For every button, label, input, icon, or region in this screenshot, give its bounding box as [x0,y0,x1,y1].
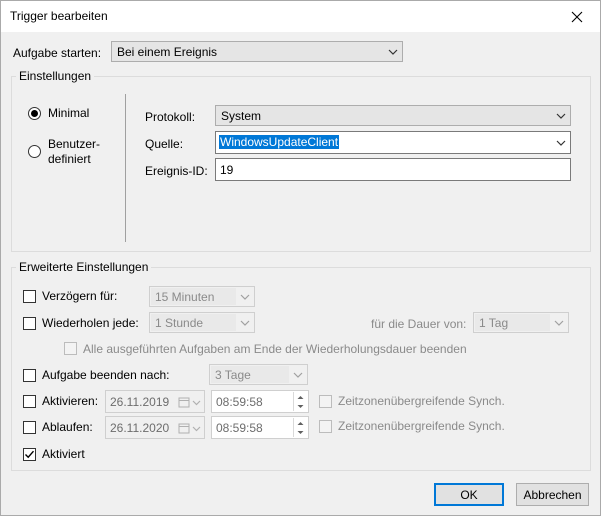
protocol-select[interactable]: System [215,105,571,126]
expire-date-value: 26.11.2020 [110,421,170,435]
spin-arrows-icon[interactable] [293,418,307,437]
source-label: Quelle: [145,137,184,151]
start-select-value: Bei einem Ereignis [117,45,218,59]
radio-custom[interactable] [28,145,41,158]
repeat-checkbox[interactable] [23,317,36,330]
chevron-down-icon [240,294,250,300]
expire-time-input[interactable]: 08:59:58 [211,416,309,439]
enabled-checkbox[interactable] [23,448,36,461]
radio-selected-dot [31,110,38,117]
calendar-icon[interactable] [178,423,202,434]
checkmark-icon [25,450,35,459]
delay-label: Verzögern für: [42,289,118,303]
chevron-down-icon [293,372,303,378]
duration-select-value: 1 Tag [479,316,509,330]
delay-select-value: 15 Minuten [155,290,215,304]
radio-custom-label-line2: definiert [48,152,91,166]
protocol-select-value: System [221,109,262,123]
radio-custom-label-line1: Benutzer- [48,137,101,151]
duration-select[interactable]: 1 Tag [473,312,569,333]
enabled-label: Aktiviert [42,447,85,461]
chevron-down-icon [388,49,398,55]
expire-checkbox[interactable] [23,421,36,434]
event-id-value: 19 [220,163,234,177]
trigger-dialog: Trigger bearbeiten Aufgabe starten: Bei … [0,0,601,516]
event-id-input[interactable]: 19 [215,158,571,181]
duration-label: für die Dauer von: [371,317,467,331]
activate-label: Aktivieren: [42,394,99,408]
stop-all-checkbox[interactable] [64,342,77,355]
start-label: Aufgabe starten: [13,46,102,60]
ok-button[interactable]: OK [434,483,504,506]
repeat-label: Wiederholen jede: [42,316,139,330]
close-button[interactable] [554,1,600,32]
spin-arrows-icon[interactable] [293,392,307,411]
chevron-down-icon [554,320,564,326]
radio-minimal-label: Minimal [48,106,90,120]
cancel-button[interactable]: Abbrechen [516,483,589,506]
chevron-down-icon [240,320,250,326]
activate-date-picker[interactable]: 26.11.2019 [105,390,205,413]
close-icon [571,11,583,22]
source-combo[interactable]: WindowsUpdateClient [215,131,571,154]
activate-time-input[interactable]: 08:59:58 [211,390,309,413]
settings-group-label: Einstellungen [16,69,95,83]
stop-all-label: Alle ausgeführten Aufgaben am Ende der W… [83,342,467,356]
delay-checkbox[interactable] [23,290,36,303]
repeat-select-value: 1 Stunde [155,316,204,330]
delay-select[interactable]: 15 Minuten [149,286,255,307]
chevron-down-icon [556,113,566,119]
start-select[interactable]: Bei einem Ereignis [111,41,403,62]
stop-after-select[interactable]: 3 Tage [209,364,308,385]
calendar-icon[interactable] [178,397,202,408]
expire-sync-checkbox[interactable] [319,420,332,433]
event-id-label: Ereignis-ID: [145,164,208,178]
title-bar: Trigger bearbeiten [1,1,600,32]
source-value: WindowsUpdateClient [219,135,340,149]
expire-date-picker[interactable]: 26.11.2020 [105,416,205,439]
activate-sync-label: Zeitzonenübergreifende Synch. [338,394,505,408]
activate-sync-checkbox[interactable] [319,395,332,408]
chevron-down-icon[interactable] [555,138,567,148]
settings-divider [125,94,126,242]
activate-checkbox[interactable] [23,395,36,408]
stop-after-checkbox[interactable] [23,369,36,382]
activate-date-value: 26.11.2019 [110,395,170,409]
stop-after-select-value: 3 Tage [215,368,251,382]
expire-label: Ablaufen: [42,420,93,434]
stop-after-label: Aufgabe beenden nach: [42,368,170,382]
expire-sync-label: Zeitzonenübergreifende Synch. [338,419,505,433]
protocol-label: Protokoll: [145,110,196,124]
expire-time-value: 08:59:58 [216,421,263,435]
advanced-group-label: Erweiterte Einstellungen [16,260,152,274]
activate-time-value: 08:59:58 [216,395,263,409]
window-title: Trigger bearbeiten [10,9,108,23]
repeat-select[interactable]: 1 Stunde [149,312,255,333]
radio-minimal[interactable] [28,107,41,120]
